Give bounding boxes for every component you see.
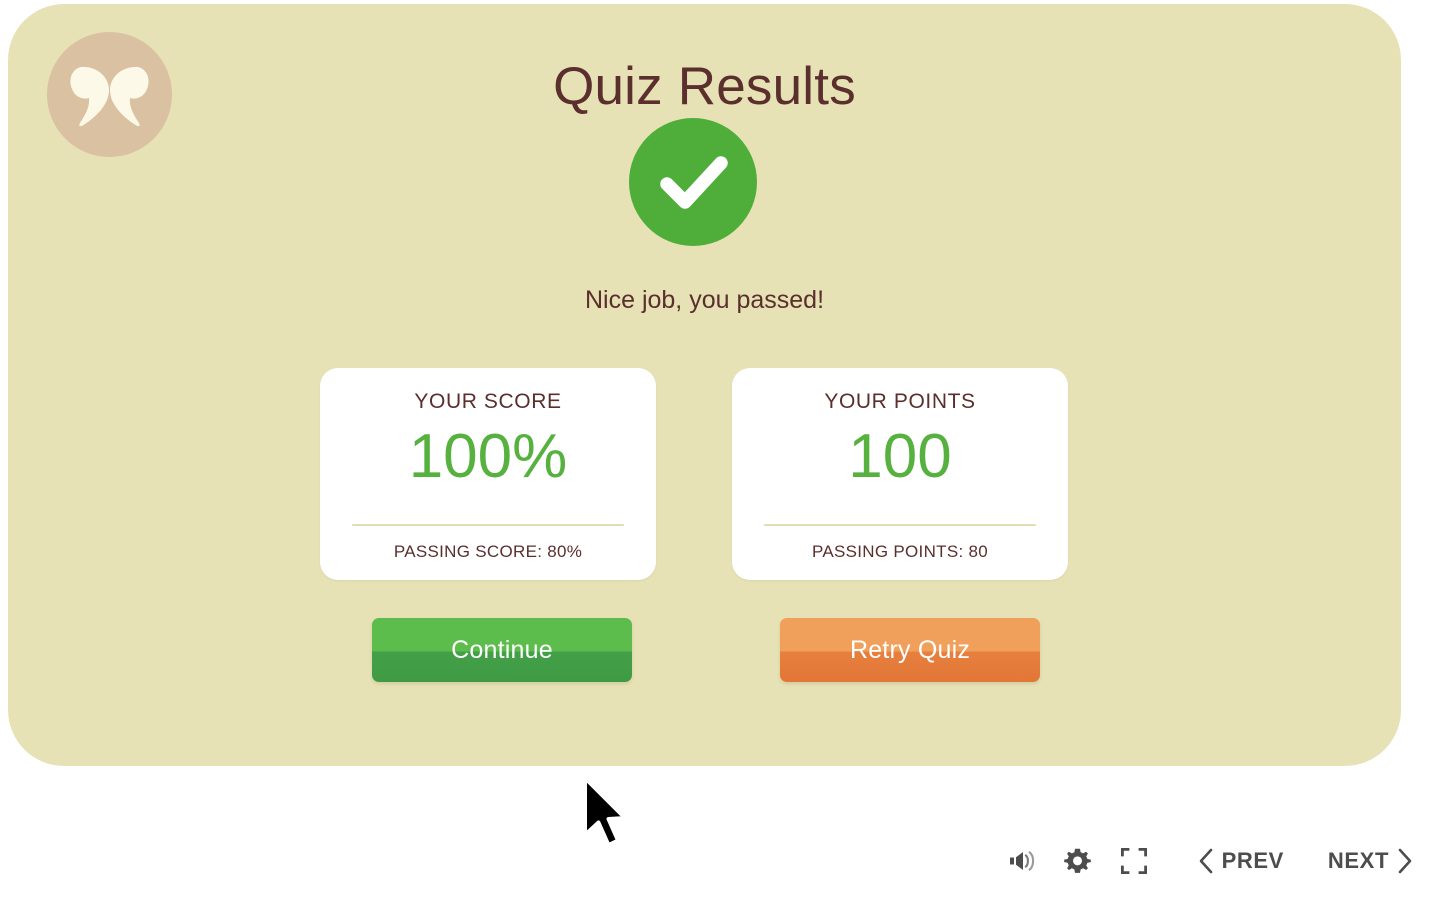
result-message: Nice job, you passed! <box>584 286 825 314</box>
score-card: YOUR SCORE 100% PASSING SCORE: 80% <box>320 368 656 580</box>
score-card-value: 100% <box>408 422 568 491</box>
arrow-pointer-cursor <box>578 775 632 851</box>
points-card-footnote: PASSING POINTS: 80 <box>811 542 989 561</box>
next-button[interactable]: NEXT <box>1314 838 1427 884</box>
stat-cards-row: YOUR SCORE 100% PASSING SCORE: 80% YOUR … <box>320 368 1068 580</box>
score-card-footnote: PASSING SCORE: 80% <box>393 542 583 561</box>
prev-button-label: PREV <box>1221 848 1284 873</box>
continue-button[interactable]: Continue <box>372 618 632 682</box>
points-card-value: 100 <box>848 422 952 491</box>
volume-speaker-icon[interactable] <box>994 838 1050 884</box>
points-card: YOUR POINTS 100 PASSING POINTS: 80 <box>732 368 1068 580</box>
player-toolbar: PREV NEXT <box>994 838 1431 884</box>
next-button-label: NEXT <box>1327 848 1389 873</box>
page-title: Quiz Results <box>553 57 856 116</box>
chevron-left-icon <box>1198 848 1214 874</box>
retry-quiz-button[interactable]: Retry Quiz <box>780 618 1040 682</box>
gear-icon[interactable] <box>1050 838 1106 884</box>
score-card-label: YOUR SCORE <box>414 390 562 413</box>
points-card-label: YOUR POINTS <box>824 390 976 413</box>
fullscreen-expand-icon[interactable] <box>1106 838 1162 884</box>
chevron-right-icon <box>1397 848 1413 874</box>
prev-button[interactable]: PREV <box>1184 838 1298 884</box>
check-circle-icon <box>629 118 757 246</box>
quiz-slide-panel: Quiz Results Nice job, you passed! YOUR … <box>8 4 1401 766</box>
quiz-actions-row: Continue Retry Quiz <box>364 618 1048 688</box>
score-card-divider <box>352 524 624 526</box>
quiz-results-screen: Quiz Results Nice job, you passed! YOUR … <box>0 0 1445 917</box>
points-card-divider <box>764 524 1036 526</box>
